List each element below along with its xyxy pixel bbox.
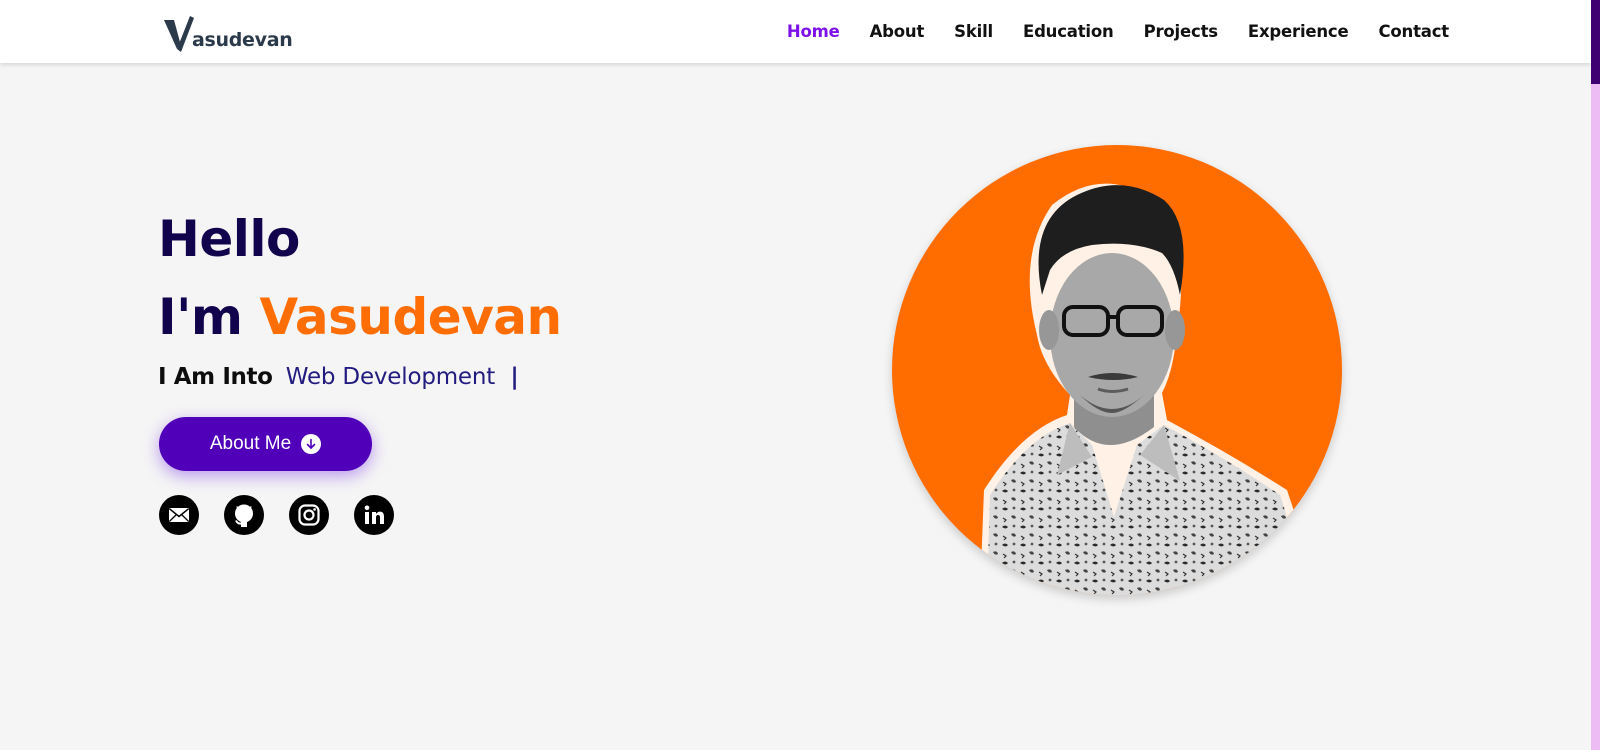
linkedin-link[interactable] xyxy=(354,495,394,535)
about-me-button[interactable]: About Me xyxy=(159,417,372,471)
social-links xyxy=(159,495,419,535)
nav-skill[interactable]: Skill xyxy=(954,22,993,41)
logo-text: asudevan xyxy=(192,29,293,51)
instagram-icon xyxy=(298,504,320,526)
github-link[interactable] xyxy=(224,495,264,535)
hero-name: Vasudevan xyxy=(259,288,562,346)
about-me-label: About Me xyxy=(209,433,292,454)
nav-education[interactable]: Education xyxy=(1023,22,1114,41)
nav-home[interactable]: Home xyxy=(787,22,840,41)
instagram-link[interactable] xyxy=(289,495,329,535)
hero-greeting: Hello xyxy=(158,210,300,268)
email-link[interactable] xyxy=(159,495,199,535)
hero-typed-line: I Am Into Web Development | xyxy=(158,362,519,392)
linkedin-icon xyxy=(364,505,384,524)
page-scrollbar[interactable] xyxy=(1591,0,1600,750)
hero-into-prefix: I Am Into xyxy=(158,364,273,390)
hero-intro: I'm Vasudevan xyxy=(158,290,562,345)
nav-about[interactable]: About xyxy=(870,22,925,41)
nav-projects[interactable]: Projects xyxy=(1144,22,1219,41)
hero-intro-prefix: I'm xyxy=(158,288,243,346)
profile-photo xyxy=(892,145,1342,595)
mail-icon xyxy=(169,508,189,522)
profile-photo-image xyxy=(980,183,1322,595)
nav-experience[interactable]: Experience xyxy=(1248,22,1349,41)
hero-typed-text: Web Development xyxy=(285,364,496,390)
main-nav: Home About Skill Education Projects Expe… xyxy=(757,0,1449,62)
arrow-down-circle-icon xyxy=(301,434,322,454)
site-header: asudevan Home About Skill Education Proj… xyxy=(0,0,1591,63)
nav-contact[interactable]: Contact xyxy=(1379,22,1450,41)
site-logo[interactable]: asudevan xyxy=(164,12,293,52)
typing-cursor: | xyxy=(510,364,519,390)
github-icon xyxy=(235,504,253,527)
scrollbar-thumb[interactable] xyxy=(1591,0,1600,84)
